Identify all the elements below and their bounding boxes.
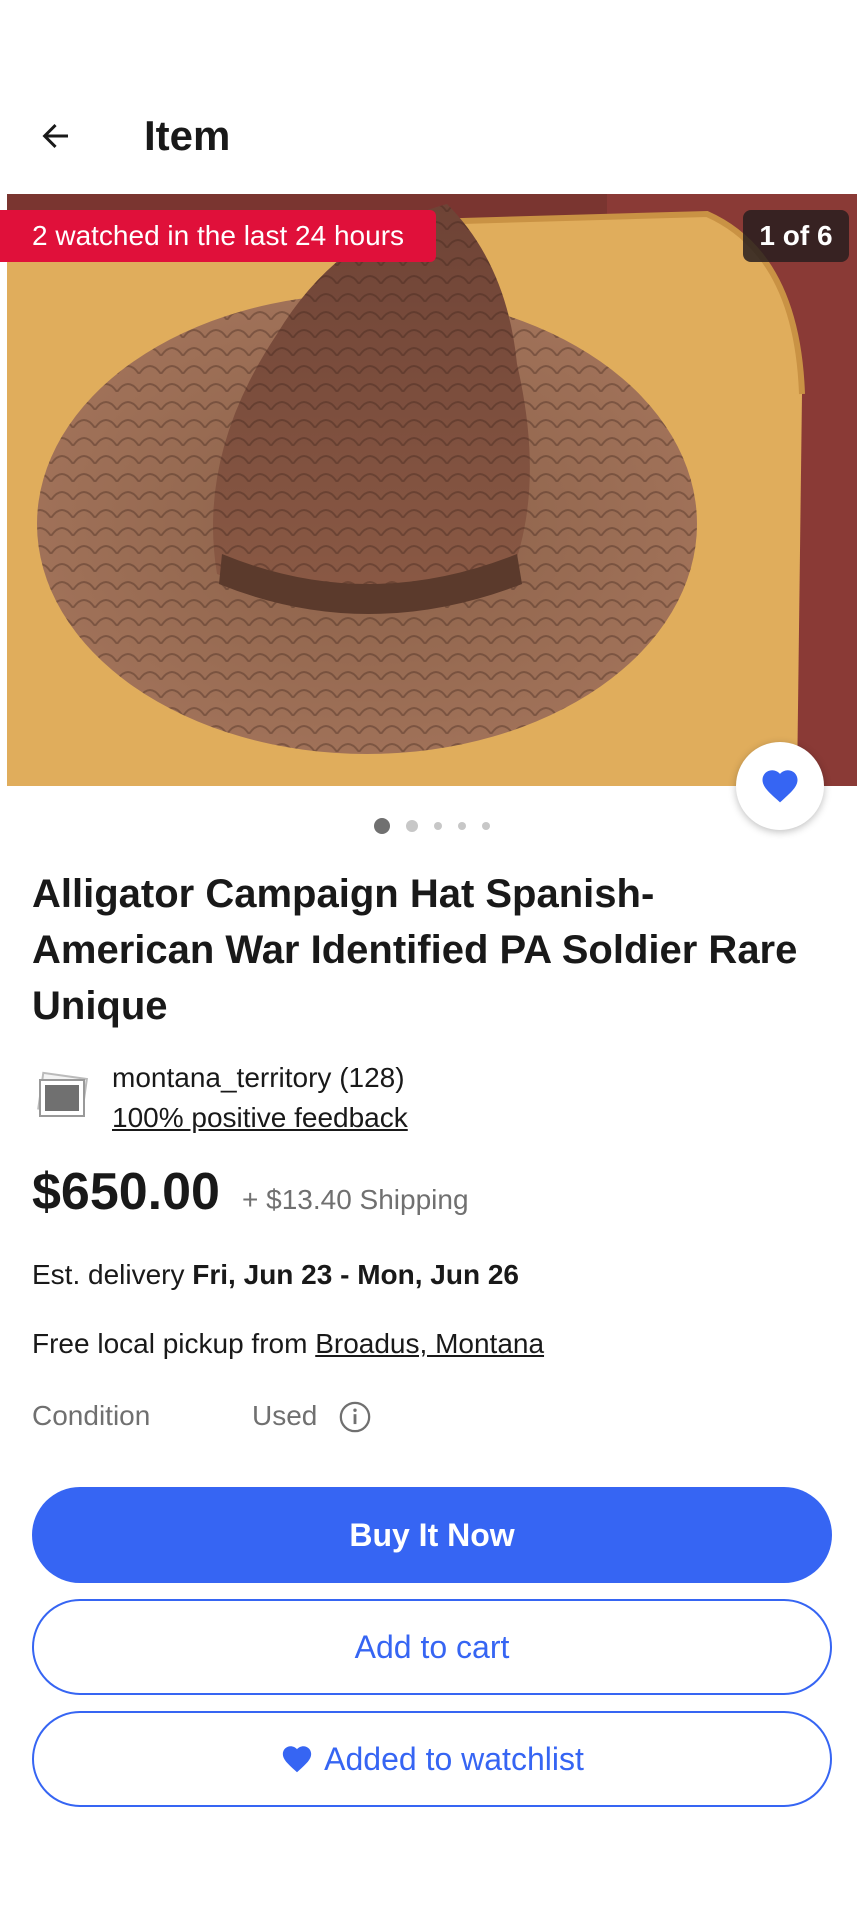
info-icon: [339, 1401, 371, 1433]
pagination-dot[interactable]: [434, 822, 442, 830]
pagination-dot[interactable]: [458, 822, 466, 830]
condition-value: Used: [252, 1400, 318, 1431]
heart-icon: [280, 1742, 314, 1776]
image-pagination: [0, 818, 864, 834]
local-pickup: Free local pickup from Broadus, Montana: [32, 1326, 544, 1362]
add-to-cart-button[interactable]: Add to cart: [32, 1599, 832, 1695]
back-button[interactable]: [32, 112, 80, 160]
estimated-delivery: Est. delivery Fri, Jun 23 - Mon, Jun 26: [32, 1257, 519, 1293]
condition-info-button[interactable]: [338, 1400, 372, 1434]
hat-photo: [7, 194, 857, 786]
seller-name[interactable]: montana_territory (128): [112, 1060, 405, 1096]
pagination-dot[interactable]: [406, 820, 418, 832]
delivery-label: Est. delivery: [32, 1259, 185, 1290]
photo-icon: [37, 1071, 88, 1117]
seller-avatar[interactable]: [36, 1070, 92, 1126]
pickup-location-link[interactable]: Broadus, Montana: [315, 1328, 544, 1359]
pagination-dot[interactable]: [374, 818, 390, 834]
watch-count-badge: 2 watched in the last 24 hours: [0, 210, 437, 262]
pagination-dot[interactable]: [482, 822, 490, 830]
item-title: Alligator Campaign Hat Spanish-American …: [32, 872, 798, 1028]
pickup-label: Free local pickup from: [32, 1328, 308, 1359]
watchlist-button[interactable]: Added to watchlist: [32, 1711, 832, 1807]
page-title: Item: [144, 112, 231, 159]
arrow-left-icon: [42, 124, 68, 148]
image-counter-badge: 1 of 6: [743, 210, 849, 262]
item-price: $650.00: [32, 1163, 220, 1221]
watchlist-label: Added to watchlist: [324, 1740, 584, 1777]
heart-icon: [762, 770, 798, 803]
condition-label: Condition: [32, 1400, 151, 1431]
delivery-dates: Fri, Jun 23 - Mon, Jun 26: [192, 1259, 519, 1290]
favorite-button[interactable]: [736, 742, 824, 830]
shipping-cost: + $13.40 Shipping: [242, 1184, 469, 1215]
seller-feedback-link[interactable]: 100% positive feedback: [112, 1100, 408, 1136]
item-image[interactable]: [7, 194, 857, 786]
app-header: Item: [0, 96, 864, 176]
item-page: Item 2 watched in the last 24 hours 1 of…: [0, 0, 864, 1920]
buy-it-now-button[interactable]: Buy It Now: [32, 1487, 832, 1583]
